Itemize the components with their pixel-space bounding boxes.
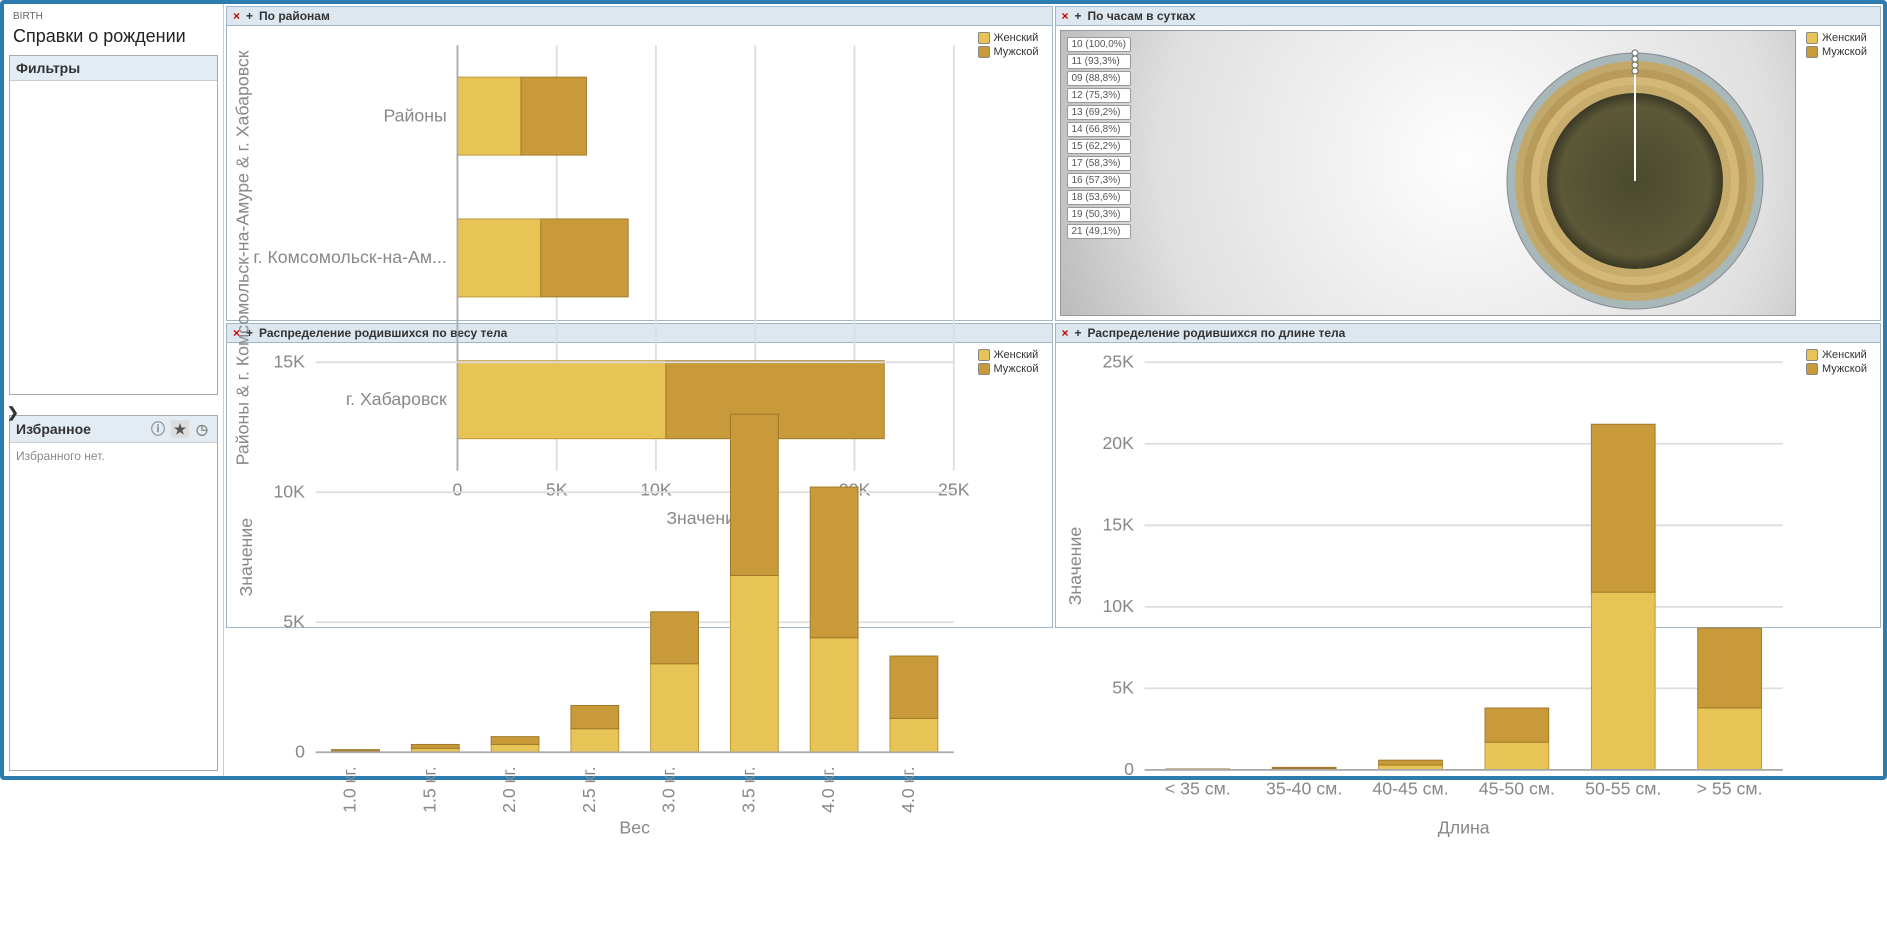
chart-title: По часам в сутках [1088,9,1196,23]
close-icon[interactable]: × [233,9,240,23]
pie-slice-label: 15 (62,2%) [1067,139,1131,154]
favorites-panel: Избранное ⓘ ★ ◷ Избранного нет. [9,415,218,771]
chart-panel-regions: × + По районам Районы & г. Комсомольск-н… [226,6,1053,321]
pie-slice-label: 14 (66,8%) [1067,122,1131,137]
favorites-header: Избранное ⓘ ★ ◷ [10,416,217,443]
pie-slice-label: 13 (69,2%) [1067,105,1131,120]
svg-text:Значение: Значение [1064,527,1084,606]
svg-text:20K: 20K [1102,433,1134,453]
add-icon[interactable]: + [1075,9,1082,23]
chart-title: Распределение родившихся по длине тела [1088,326,1346,340]
svg-text:Районы: Районы [383,105,446,125]
pie-slice-label: 18 (53,6%) [1067,190,1131,205]
legend-weight: Женский Мужской [972,343,1052,842]
svg-text:40-45 см.: 40-45 см. [1372,779,1448,799]
info-icon[interactable]: ⓘ [149,420,167,438]
svg-text:45-50 см.: 45-50 см. [1478,779,1554,799]
favorites-empty-text: Избранного нет. [16,449,105,463]
add-icon[interactable]: + [1075,326,1082,340]
chart-header-hours: × + По часам в сутках [1056,7,1881,26]
svg-text:25K: 25K [1102,352,1134,372]
svg-text:2.5 кг.: 2.5 кг. [579,766,599,813]
svg-text:15K: 15K [1102,515,1134,535]
svg-text:15K: 15K [273,352,305,372]
svg-text:50-55 см.: 50-55 см. [1585,779,1661,799]
chart-panel-length: × + Распределение родившихся по длине те… [1055,323,1882,628]
dashboard-grid: × + По районам Районы & г. Комсомольск-н… [224,4,1883,776]
svg-text:4.0 кг.: 4.0 кг. [898,766,918,813]
app-root: ❯ BIRTH Справки о рождении Фильтры Избра… [0,0,1887,780]
sidebar: ❯ BIRTH Справки о рождении Фильтры Избра… [4,4,224,776]
filters-panel: Фильтры [9,55,218,395]
pie-slice-label: 16 (57,3%) [1067,173,1131,188]
svg-text:> 55 см.: > 55 см. [1696,779,1762,799]
chart-panel-weight: × + Распределение родившихся по весу тел… [226,323,1053,628]
sidebar-collapse-toggle[interactable]: ❯ [7,404,19,421]
svg-text:5K: 5K [1112,678,1134,698]
favorites-label: Избранное [16,421,91,437]
chart-header-length: × + Распределение родившихся по длине те… [1056,324,1881,343]
svg-text:35-40 см.: 35-40 см. [1266,779,1342,799]
svg-text:1.5 кг.: 1.5 кг. [419,766,439,813]
chart-header-regions: × + По районам [227,7,1052,26]
chart-panel-hours: × + По часам в сутках 10 (100,0%) 11 (93,… [1055,6,1882,321]
chart-title: По районам [259,9,330,23]
pie-slice-label: 12 (75,3%) [1067,88,1131,103]
pie-slice-label: 10 (100,0%) [1067,37,1131,52]
svg-text:Длина: Длина [1437,818,1489,838]
svg-text:Значение: Значение [236,518,256,597]
svg-text:1.0 кг.: 1.0 кг. [340,766,360,813]
legend-length: Женский Мужской [1800,343,1880,842]
plot-hours[interactable]: 10 (100,0%) 11 (93,3%) 09 (88,8%) 12 (75,3%… [1060,30,1797,316]
svg-text:10K: 10K [273,482,305,502]
star-icon[interactable]: ★ [171,420,189,438]
filters-header: Фильтры [10,56,217,81]
filters-label: Фильтры [16,60,80,76]
plot-weight[interactable]: Значение 0 5K 10K 15K 1.0 кг. 1.5 кг. 2.0 кг. 2.… [227,343,972,842]
breadcrumb: BIRTH [9,9,218,24]
pie-slice-label: 11 (93,3%) [1067,54,1131,69]
svg-text:2.0 кг.: 2.0 кг. [499,766,519,813]
plot-length[interactable]: Значение 0 5K 10K 15K 20K 25K < 35 см. 35-40 см.… [1056,343,1801,842]
close-icon[interactable]: × [1062,326,1069,340]
pie-slice-label: 17 (58,3%) [1067,156,1131,171]
page-title: Справки о рождении [9,24,218,55]
svg-text:5K: 5K [283,612,305,632]
close-icon[interactable]: × [1062,9,1069,23]
svg-text:0: 0 [295,742,305,762]
svg-text:Вес: Вес [619,818,650,838]
svg-text:г. Комсомольск-на-Ам...: г. Комсомольск-на-Ам... [253,247,446,267]
add-icon[interactable]: + [246,9,253,23]
pie-slice-label: 19 (50,3%) [1067,207,1131,222]
history-icon[interactable]: ◷ [193,420,211,438]
favorites-body: Избранного нет. [10,443,217,770]
pie-slice-label: 09 (88,8%) [1067,71,1131,86]
filters-body [10,81,217,394]
legend-hours: Женский Мужской [1800,26,1880,320]
svg-text:4.0 кг.: 4.0 кг. [818,766,838,813]
svg-text:< 35 см.: < 35 см. [1164,779,1230,799]
svg-text:3.0 кг.: 3.0 кг. [659,766,679,813]
svg-text:10K: 10K [1102,596,1134,616]
svg-text:0: 0 [1124,759,1134,779]
svg-text:3.5 кг.: 3.5 кг. [738,766,758,813]
pie-slice-label: 21 (49,1%) [1067,224,1131,239]
pie-labels: 10 (100,0%) 11 (93,3%) 09 (88,8%) 12 (75,3%… [1067,37,1131,239]
